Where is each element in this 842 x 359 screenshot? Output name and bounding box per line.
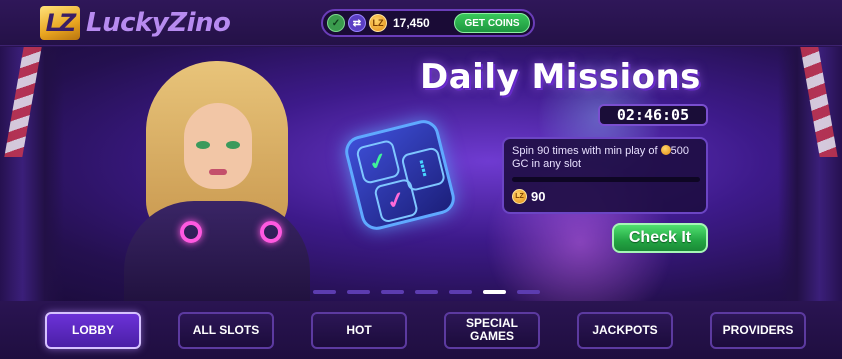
checkmark-icon: ✓ bbox=[355, 138, 402, 185]
carousel-dot[interactable] bbox=[517, 290, 540, 294]
gc-coin-icon: LZ bbox=[512, 189, 527, 204]
balance-amount: 17,450 bbox=[393, 16, 430, 30]
mission-description: Spin 90 times with min play of 500 GC in… bbox=[512, 145, 689, 170]
nav-tab-lobby[interactable]: LOBBY bbox=[45, 311, 141, 349]
carousel-dot[interactable] bbox=[347, 290, 370, 294]
sc-coin-icon[interactable]: ✓ bbox=[327, 14, 345, 32]
carousel-dot[interactable] bbox=[313, 290, 336, 294]
carousel-dot[interactable] bbox=[449, 290, 472, 294]
nav-tab-providers[interactable]: PROVIDERS bbox=[710, 311, 806, 349]
mission-timer: 02:46:05 bbox=[598, 104, 708, 126]
reward-amount: 90 bbox=[531, 189, 546, 204]
nav-tab-all-slots[interactable]: ALL SLOTS bbox=[178, 311, 274, 349]
check-it-button[interactable]: Check It bbox=[612, 223, 708, 253]
carousel-indicators bbox=[313, 290, 540, 294]
carousel-dot[interactable] bbox=[415, 290, 438, 294]
hostess-character-illustration bbox=[112, 61, 322, 301]
nav-tab-special-games[interactable]: SPECIAL GAMES bbox=[444, 311, 540, 349]
balance-bar: ✓ ⇄ LZ 17,450 GET COINS bbox=[321, 9, 535, 37]
category-nav: LOBBY ALL SLOTS HOT SPECIAL GAMES JACKPOTS PR… bbox=[0, 301, 842, 359]
daily-missions-banner: ✓ ⁞ ✓ Daily Missions 02:46:05 Spin 90 ti… bbox=[0, 47, 842, 301]
logo-text: LuckyZino bbox=[86, 8, 231, 38]
carousel-dot[interactable] bbox=[483, 290, 506, 294]
mission-reward: LZ 90 bbox=[512, 189, 545, 204]
header: LZ LuckyZino ✓ ⇄ LZ 17,450 GET COINS bbox=[0, 0, 842, 46]
nav-tab-hot[interactable]: HOT bbox=[311, 311, 407, 349]
mission-card: Spin 90 times with min play of 500 GC in… bbox=[502, 137, 708, 214]
logo[interactable]: LZ LuckyZino bbox=[40, 6, 231, 40]
dice-illustration: ✓ ⁞ ✓ bbox=[341, 116, 459, 234]
banner-title: Daily Missions bbox=[420, 57, 701, 97]
page: LZ LuckyZino ✓ ⇄ LZ 17,450 GET COINS ✓ ⁞… bbox=[0, 0, 842, 359]
carousel-dot[interactable] bbox=[381, 290, 404, 294]
swap-icon[interactable]: ⇄ bbox=[348, 14, 366, 32]
gc-coin-icon bbox=[660, 145, 671, 155]
mission-progress-bar bbox=[512, 177, 700, 182]
gc-coin-icon: LZ bbox=[369, 14, 387, 32]
nav-tab-jackpots[interactable]: JACKPOTS bbox=[577, 311, 673, 349]
get-coins-button[interactable]: GET COINS bbox=[454, 13, 530, 33]
logo-mark-icon: LZ bbox=[40, 6, 80, 40]
